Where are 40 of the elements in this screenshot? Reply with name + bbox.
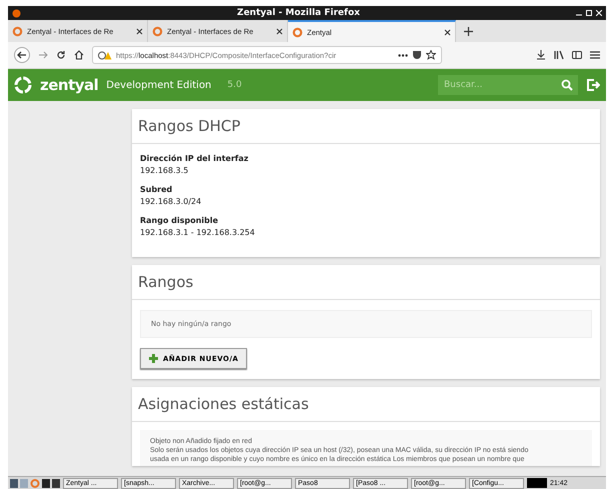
forward-icon[interactable] xyxy=(38,50,48,60)
field-value: 192.168.3.0/24 xyxy=(140,197,202,206)
star-icon[interactable] xyxy=(426,50,436,60)
browser-icon xyxy=(12,8,21,18)
library-icon[interactable] xyxy=(554,50,564,60)
field-label: Rango disponible xyxy=(140,216,220,225)
search-field[interactable]: Buscar... xyxy=(438,75,578,95)
plus-icon xyxy=(149,354,158,363)
more-icon[interactable] xyxy=(398,54,408,56)
field-label: Dirección IP del interfaz xyxy=(140,154,250,163)
edition-label: Development Edition xyxy=(106,80,212,90)
taskbar-launcher-icon[interactable] xyxy=(10,478,60,488)
lock-warning-icon xyxy=(98,50,112,60)
card-title: Rangos xyxy=(132,265,600,300)
search-icon[interactable] xyxy=(561,79,573,91)
field-value: 192.168.3.5 xyxy=(140,166,190,175)
close-icon[interactable] xyxy=(276,28,283,34)
ring-icon xyxy=(292,26,303,38)
version-label: 5.0 xyxy=(227,80,242,90)
reload-icon[interactable] xyxy=(56,50,66,60)
field-label: Subred xyxy=(140,185,174,194)
card-title: Asignaciones estáticas xyxy=(132,387,600,422)
sidebar-icon[interactable] xyxy=(572,50,582,60)
maximize-icon[interactable] xyxy=(586,10,592,16)
field-value: 192.168.3.1 - 192.168.3.254 xyxy=(140,228,256,237)
ring-icon xyxy=(152,26,163,36)
back-icon[interactable] xyxy=(14,47,30,63)
tray-block xyxy=(527,478,547,488)
close-icon[interactable] xyxy=(444,28,451,36)
logo-text: zentyal xyxy=(40,76,98,94)
window-title: Zentyal - Mozilla Firefox xyxy=(236,8,361,18)
close-icon[interactable] xyxy=(136,28,143,34)
zentyal-logo-icon xyxy=(14,76,32,94)
menu-icon[interactable] xyxy=(590,50,600,60)
new-tab-icon[interactable] xyxy=(464,26,473,36)
logout-icon[interactable] xyxy=(586,78,600,92)
ring-icon xyxy=(12,26,23,36)
home-icon[interactable] xyxy=(74,50,84,60)
download-icon[interactable] xyxy=(536,50,546,60)
card-title: Rangos DHCP xyxy=(132,109,600,144)
